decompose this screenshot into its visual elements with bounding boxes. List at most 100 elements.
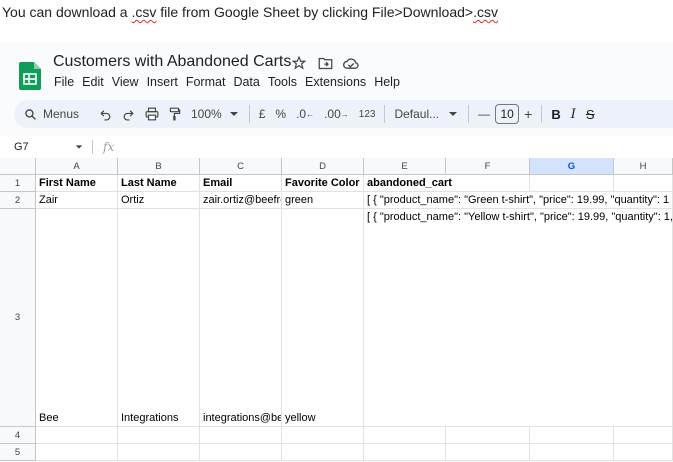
name-box[interactable]: G7 [0, 141, 74, 153]
decrease-decimal-button[interactable]: .0 ← [291, 103, 319, 125]
cell-g1[interactable] [530, 175, 614, 192]
menu-view[interactable]: View [108, 75, 143, 89]
cell-a2[interactable]: Zair [36, 192, 118, 209]
cell-h5[interactable] [614, 444, 673, 461]
row-header-1[interactable]: 1 [0, 175, 36, 192]
column-header-g[interactable]: G [530, 158, 614, 175]
column-header-b[interactable]: B [118, 158, 200, 175]
cell-a1[interactable]: First Name [36, 175, 118, 192]
sheets-logo-icon[interactable] [19, 62, 41, 90]
cell-a5[interactable] [36, 444, 118, 461]
percent-format-button[interactable]: % [270, 103, 291, 125]
row-header-5[interactable]: 5 [0, 444, 36, 461]
column-header-h[interactable]: H [614, 158, 673, 175]
cell-b5[interactable] [118, 444, 200, 461]
cell-c3[interactable]: integrations@be [200, 209, 282, 427]
chevron-down-icon[interactable] [74, 142, 84, 152]
cell-a4[interactable] [36, 427, 118, 444]
column-header-e[interactable]: E [364, 158, 446, 175]
menu-insert[interactable]: Insert [143, 75, 182, 89]
undo-button[interactable] [94, 103, 117, 125]
menu-help[interactable]: Help [370, 75, 404, 89]
font-select[interactable]: Defaul... [389, 103, 464, 125]
row-header-4[interactable]: 4 [0, 427, 36, 444]
menu-edit[interactable]: Edit [78, 75, 108, 89]
zoom-select[interactable]: 100% [186, 103, 245, 125]
cell-e2[interactable]: [ { "product_name": "Green t-shirt", "pr… [364, 192, 673, 209]
cell-g4[interactable] [530, 427, 614, 444]
menu-file[interactable]: File [50, 75, 78, 89]
sheets-window: Customers with Abandoned Carts File Edit… [0, 42, 673, 462]
menu-extensions[interactable]: Extensions [301, 75, 370, 89]
cell-c1[interactable]: Email [200, 175, 282, 192]
row-header-3[interactable]: 3 [0, 209, 36, 427]
strikethrough-button[interactable]: S [581, 103, 600, 125]
cell-e5[interactable] [364, 444, 446, 461]
menu-tools[interactable]: Tools [264, 75, 301, 89]
increase-decimal-button[interactable]: .00 → [319, 103, 354, 125]
toolbar: Menus 100% £ % .0 ← .00 → 123 Defaul... — [14, 100, 673, 128]
chevron-down-icon [229, 112, 238, 116]
increase-font-size-button[interactable]: + [519, 103, 537, 125]
cell-b3[interactable]: Integrations [118, 209, 200, 427]
cell-c5[interactable] [200, 444, 282, 461]
undo-icon [100, 109, 111, 121]
cell-e1[interactable]: abandoned_cart [364, 175, 530, 192]
toolbar-divider [541, 105, 543, 123]
number-format-button[interactable]: 123 [354, 103, 381, 125]
chevron-down-icon [449, 112, 458, 116]
bold-button[interactable]: B [546, 103, 565, 125]
cell-d2[interactable]: green [282, 192, 364, 209]
column-header-f[interactable]: F [446, 158, 530, 175]
menu-format[interactable]: Format [182, 75, 230, 89]
cell-f4[interactable] [446, 427, 530, 444]
move-folder-icon[interactable] [316, 54, 334, 72]
cell-c4[interactable] [200, 427, 282, 444]
cell-c2[interactable]: zair.ortiz@beefre [200, 192, 282, 209]
cell-b4[interactable] [118, 427, 200, 444]
formula-bar: G7 fx [0, 136, 673, 158]
toolbar-divider [92, 140, 93, 154]
decrease-decimal-label: .0 [296, 107, 307, 121]
menu-data[interactable]: Data [229, 75, 263, 89]
cell-b2[interactable]: Ortiz [118, 192, 200, 209]
cell-f5[interactable] [446, 444, 530, 461]
document-title[interactable]: Customers with Abandoned Carts [53, 53, 291, 71]
font-value: Defaul... [394, 107, 440, 121]
cell-d5[interactable] [282, 444, 364, 461]
row-header-2[interactable]: 2 [0, 192, 36, 209]
toolbar-divider [468, 105, 470, 123]
cell-d4[interactable] [282, 427, 364, 444]
print-icon [145, 107, 159, 121]
increase-decimal-label: .00 [324, 107, 341, 121]
column-header-d[interactable]: D [282, 158, 364, 175]
currency-format-button[interactable]: £ [254, 103, 271, 125]
column-header-a[interactable]: A [36, 158, 118, 175]
cell-e4[interactable] [364, 427, 446, 444]
caption-csv: .csv [131, 4, 157, 20]
decrease-font-size-button[interactable]: — [473, 103, 495, 125]
select-all-corner[interactable] [0, 158, 36, 175]
cell-d1[interactable]: Favorite Color [282, 175, 364, 192]
cell-g5[interactable] [530, 444, 614, 461]
search-menus-button[interactable]: Menus [14, 107, 94, 121]
cloud-status-icon[interactable] [342, 54, 360, 72]
paint-format-button[interactable] [164, 103, 186, 125]
zoom-value: 100% [191, 107, 222, 121]
column-header-c[interactable]: C [200, 158, 282, 175]
cell-e3[interactable]: [ { "product_name": "Yellow t-shirt", "p… [364, 209, 673, 427]
fx-icon: fx [103, 140, 115, 154]
italic-button[interactable]: I [566, 103, 581, 125]
menus-label: Menus [43, 107, 80, 121]
print-button[interactable] [140, 103, 164, 125]
star-icon[interactable] [290, 54, 308, 72]
redo-button[interactable] [117, 103, 140, 125]
search-icon [25, 108, 36, 120]
redo-icon [123, 109, 134, 121]
cell-h1[interactable] [614, 175, 673, 192]
cell-b1[interactable]: Last Name [118, 175, 200, 192]
cell-d3[interactable]: yellow [282, 209, 364, 427]
font-size-input[interactable]: 10 [495, 104, 520, 124]
cell-a3[interactable]: Bee [36, 209, 118, 427]
cell-h4[interactable] [614, 427, 673, 444]
